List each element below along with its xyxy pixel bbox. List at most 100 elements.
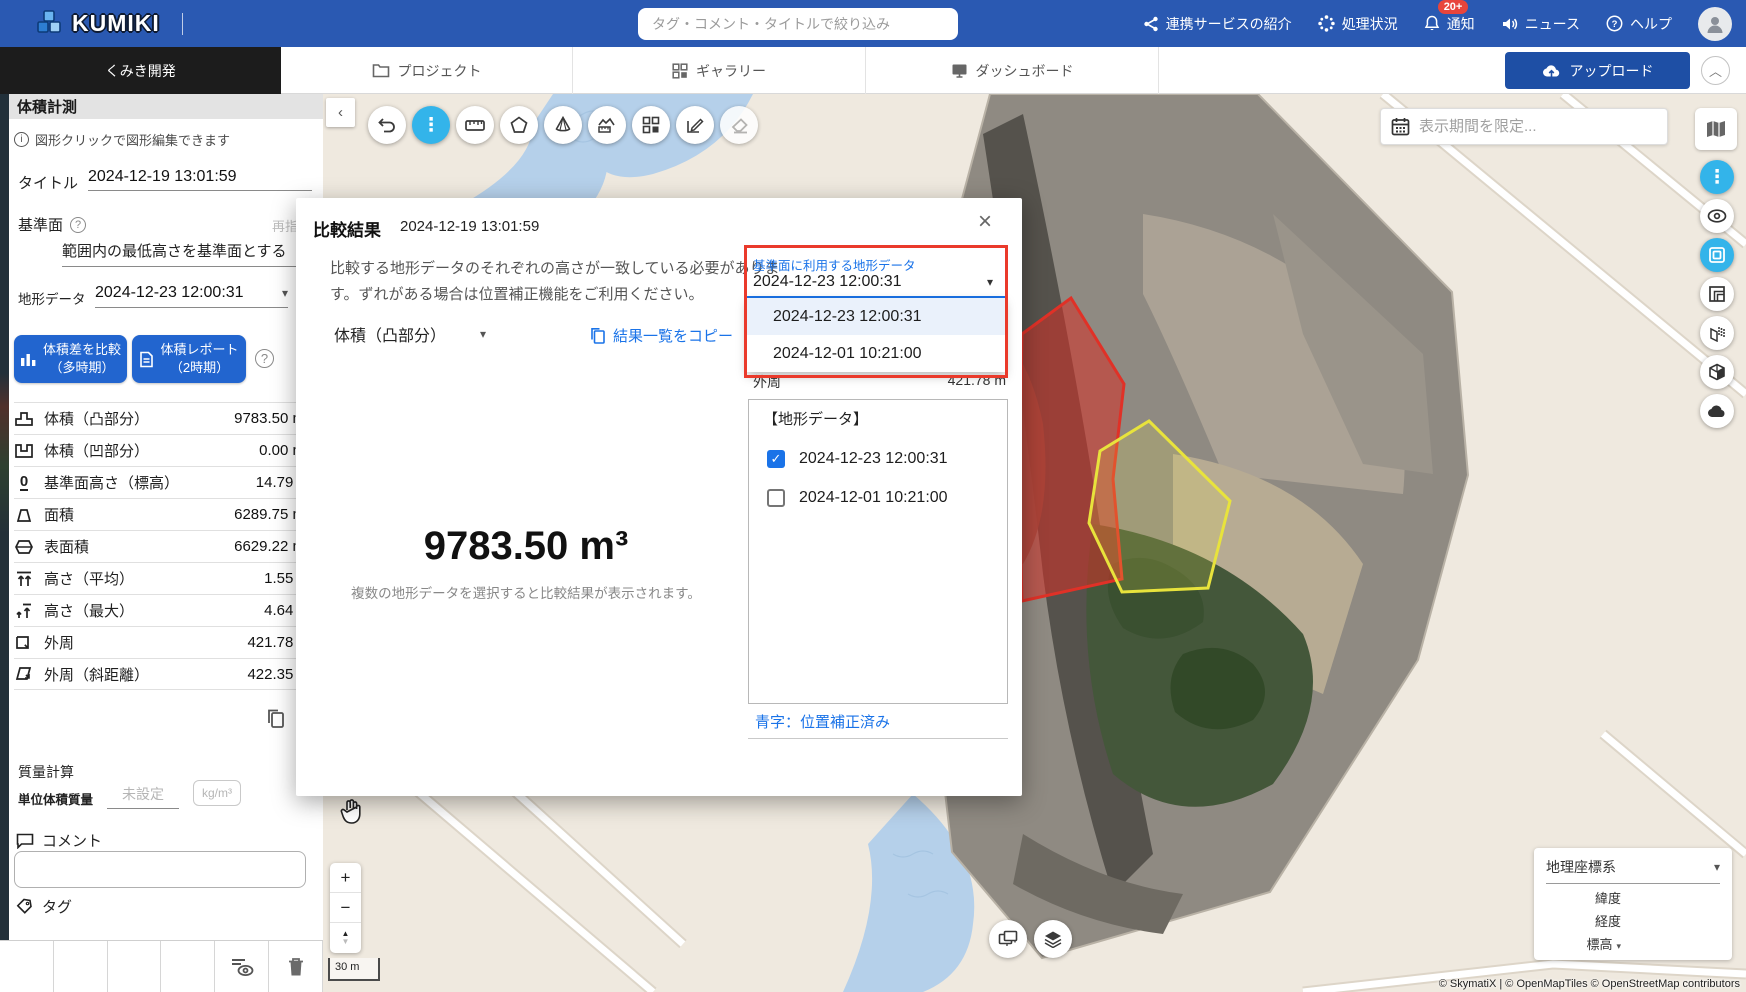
- visibility-button[interactable]: [1700, 199, 1734, 233]
- sidebar-bottom-toolbar: [0, 940, 323, 992]
- area-icon: [14, 506, 34, 524]
- compare-volume-button[interactable]: 体積差を比較（多時期）: [14, 335, 127, 383]
- sidebar-title: 体積計測: [9, 94, 323, 119]
- measure-volume-button[interactable]: [544, 106, 582, 144]
- corrected-legend-link[interactable]: 青字：位置補正済み: [755, 711, 890, 732]
- terrain-panel-title: 【地形データ】: [763, 408, 1007, 429]
- elevation-profile-button[interactable]: [588, 106, 626, 144]
- date-range-input[interactable]: [1419, 118, 1649, 135]
- fit-bounds-button[interactable]: [1700, 238, 1734, 272]
- person-icon: [1704, 13, 1726, 35]
- base-dropdown-label: 基準面に利用する地形データ: [753, 255, 916, 274]
- erase-button[interactable]: [720, 106, 758, 144]
- measure-distance-button[interactable]: [456, 106, 494, 144]
- toolbar-cell[interactable]: [161, 941, 215, 992]
- measure-area-button[interactable]: [500, 106, 538, 144]
- visibility-list-button[interactable]: [215, 941, 269, 992]
- link-label: ニュース: [1525, 14, 1580, 34]
- tag-icon: [16, 898, 34, 915]
- comment-textarea[interactable]: [14, 851, 306, 888]
- link-processing-status[interactable]: 処理状況: [1318, 14, 1398, 34]
- square-in-square-icon: [1708, 246, 1726, 264]
- metric-select[interactable]: 体積（凸部分） ▾: [334, 322, 486, 346]
- occluded-perimeter-row: 外周421.78 m: [753, 372, 1006, 392]
- checkbox-unchecked[interactable]: [767, 489, 785, 507]
- base-dropdown-value[interactable]: 2024-12-23 12:00:31 ▾: [753, 273, 993, 291]
- date-filter: [1380, 108, 1668, 145]
- divider: [182, 13, 183, 35]
- dropdown-option[interactable]: 2024-12-23 12:00:31: [747, 298, 1005, 335]
- divider: [748, 738, 1008, 739]
- link-help[interactable]: ? ヘルプ: [1606, 14, 1672, 34]
- map-split-button[interactable]: [989, 920, 1027, 958]
- stat-volume-convex: 体積（凸部分）9783.50 m³: [14, 402, 310, 434]
- volume-report-button[interactable]: 体積レポート（2時期）: [132, 335, 246, 383]
- tab-gallery[interactable]: ギャラリー: [573, 47, 866, 94]
- base-height-icon: 0: [20, 474, 28, 492]
- speaker-icon: [1501, 16, 1518, 32]
- link-news[interactable]: ニュース: [1501, 14, 1580, 34]
- stat-height-max: 高さ（最大）4.64 m: [14, 594, 310, 626]
- copy-results-link[interactable]: 結果一覧をコピー: [590, 325, 733, 346]
- terrain-select[interactable]: 2024-12-23 12:00:31▾: [95, 284, 288, 308]
- edit-shape-button[interactable]: [676, 106, 714, 144]
- layers-2d-button[interactable]: [1700, 277, 1734, 311]
- zoom-in-button[interactable]: +: [330, 863, 361, 893]
- cloud-data-button[interactable]: [1700, 394, 1734, 428]
- base-plane-select[interactable]: 範囲内の最低高さを基準面とする▾: [62, 240, 312, 267]
- terrain-profile-icon: [597, 116, 617, 134]
- eye-icon: [1707, 209, 1727, 223]
- link-notifications[interactable]: 通知 20+: [1424, 14, 1475, 34]
- tag-label: タグ: [16, 896, 72, 917]
- collapse-header-button[interactable]: ︿: [1701, 56, 1730, 85]
- basemap-button[interactable]: [1695, 108, 1737, 150]
- dropdown-option[interactable]: 2024-12-01 10:21:00: [747, 335, 1005, 372]
- tab-projects[interactable]: プロジェクト: [281, 47, 573, 94]
- delete-button[interactable]: [269, 941, 323, 992]
- coordinate-system-select[interactable]: 地理座標系 ▾: [1546, 857, 1720, 884]
- collapsed-panel-strip[interactable]: [0, 94, 9, 940]
- toolbar-cell[interactable]: [108, 941, 162, 992]
- user-avatar[interactable]: [1698, 7, 1732, 41]
- unit-mass-input[interactable]: 未設定: [107, 784, 179, 809]
- cloud-upload-icon: [1542, 63, 1561, 78]
- checkbox-checked[interactable]: [767, 450, 785, 468]
- eraser-icon: [730, 117, 749, 134]
- compass-down-icon: ▼: [342, 938, 350, 946]
- kumiki-logo[interactable]: KUMIKI: [34, 9, 183, 39]
- search-input[interactable]: [638, 8, 958, 40]
- help-icon[interactable]: ?: [70, 217, 86, 233]
- toolbar-cell[interactable]: [54, 941, 108, 992]
- terrain-data-panel: 【地形データ】 2024-12-23 12:00:31 2024-12-01 1…: [748, 399, 1008, 704]
- toolbar-cell[interactable]: [0, 941, 54, 992]
- map-attribution[interactable]: © SkymatiX | © OpenMapTiles © OpenStreet…: [1439, 978, 1740, 990]
- tab-dashboard[interactable]: ダッシュボード: [866, 47, 1159, 94]
- link-services[interactable]: 連携サービスの紹介: [1143, 14, 1292, 34]
- title-field-input[interactable]: 2024-12-19 13:01:59: [88, 168, 312, 191]
- layout-compare-button[interactable]: [632, 106, 670, 144]
- point-cloud-button[interactable]: [1700, 316, 1734, 350]
- hand-cursor: [339, 796, 365, 826]
- compass-button[interactable]: ▲▼: [330, 923, 361, 953]
- layers-button[interactable]: [1034, 920, 1072, 958]
- stacked-sheets-icon: [1708, 285, 1726, 303]
- point-cloud-icon: [1708, 324, 1726, 342]
- copy-icon: [266, 708, 286, 730]
- modal-title: 比較結果: [313, 216, 381, 241]
- undo-button[interactable]: [368, 106, 406, 144]
- stat-height-avg: 高さ（平均）1.55 m: [14, 562, 310, 594]
- chevron-down-icon[interactable]: ▾: [1616, 941, 1621, 951]
- map-menu-button[interactable]: ⋮: [1700, 160, 1734, 194]
- close-button[interactable]: ×: [978, 208, 992, 236]
- upload-button[interactable]: アップロード: [1505, 52, 1690, 89]
- tab-kumiki-dev[interactable]: くみき開発: [0, 47, 281, 94]
- list-eye-icon: [229, 956, 255, 978]
- help-icon[interactable]: ?: [255, 349, 274, 368]
- tab-label: ダッシュボード: [976, 61, 1074, 81]
- copy-stats-button[interactable]: [266, 708, 286, 730]
- collapse-sidebar-button[interactable]: ‹: [326, 98, 355, 127]
- more-tools-button[interactable]: ⋮: [412, 106, 450, 144]
- zoom-out-button[interactable]: −: [330, 893, 361, 923]
- calendar-icon: [1391, 117, 1410, 136]
- view-3d-button[interactable]: [1700, 355, 1734, 389]
